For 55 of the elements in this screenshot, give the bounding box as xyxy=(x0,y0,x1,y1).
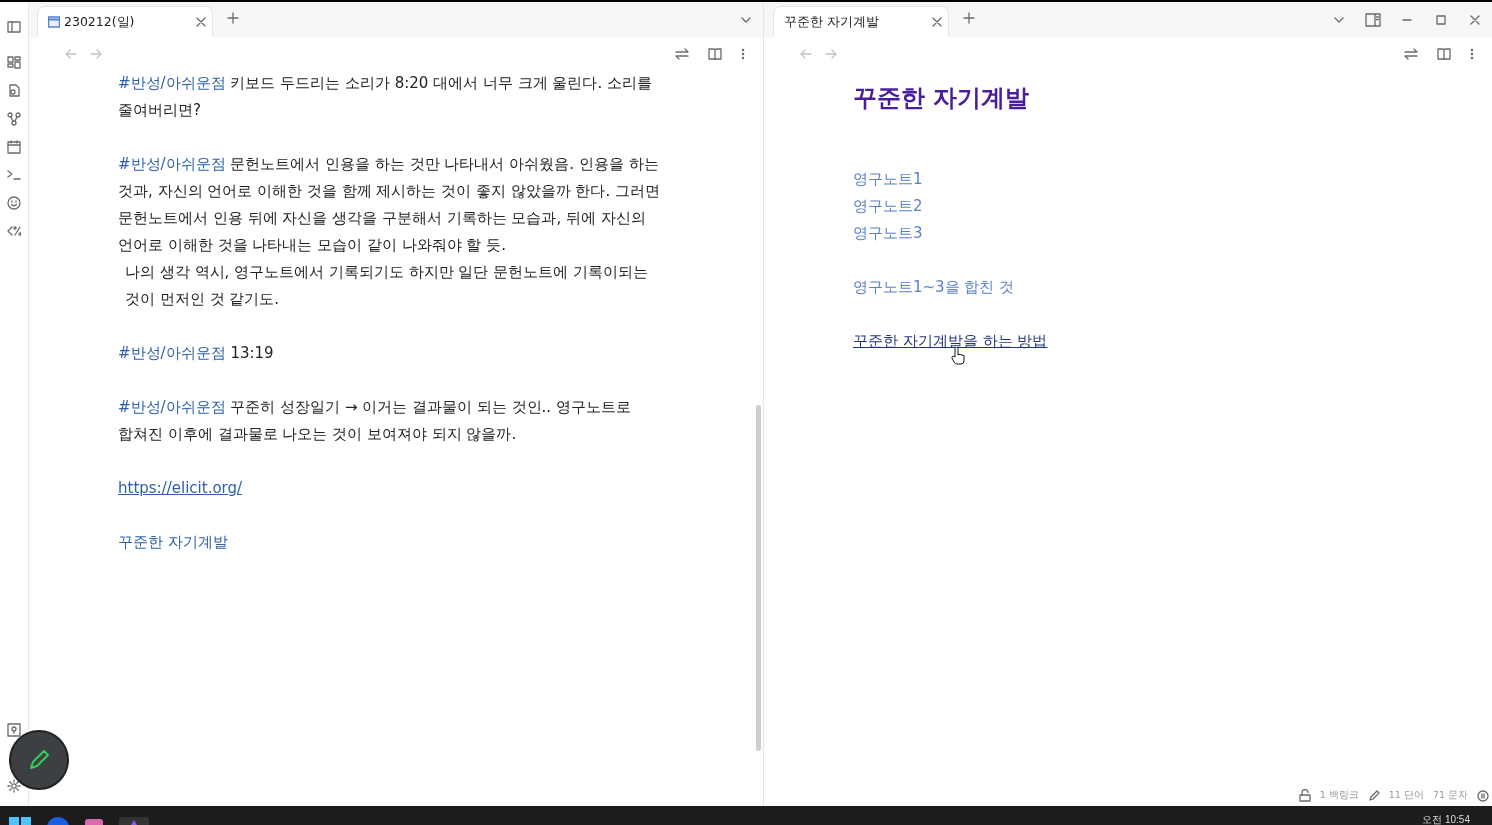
file-explorer-icon[interactable] xyxy=(7,20,21,34)
unlock-icon[interactable] xyxy=(1298,789,1311,802)
pencil-icon xyxy=(27,748,51,772)
grid-icon[interactable] xyxy=(7,56,21,70)
note-paragraph: #반성/아쉬운점 키보드 두드리는 소리가 8:20 대에서 너무 크게 울린다. 소리를 줄여버리면? xyxy=(118,73,653,121)
note-paragraph: #반성/아쉬운점 13:19 xyxy=(118,343,275,364)
internal-link[interactable]: 영구노트3 xyxy=(853,224,923,242)
tab[interactable]: 꾸준한 자기계발 xyxy=(773,6,949,37)
taskbar-clock[interactable]: 오전 10:54 xyxy=(1422,815,1470,825)
close-icon[interactable] xyxy=(196,17,206,27)
word-count: 11 단어 xyxy=(1388,789,1424,802)
browser-app-icon[interactable] xyxy=(47,817,69,825)
graph-icon[interactable] xyxy=(7,112,21,126)
swap-icon[interactable] xyxy=(675,47,689,60)
app-icon[interactable] xyxy=(85,817,103,825)
note-paragraph: #반성/아쉬운점 꾸준히 성장일기 → 이거는 결과물이 되는 것인.. 영구노트로 합쳐진 이후에 결과물로 나오는 것이 보여져야 되지 않을까. xyxy=(118,397,632,445)
vault-icon[interactable] xyxy=(7,723,21,737)
calendar-icon xyxy=(48,16,60,28)
percent-code-icon[interactable] xyxy=(7,224,21,238)
url-link[interactable]: https://elicit.org/ xyxy=(118,479,243,497)
internal-link[interactable]: 꾸준한 자기계발 xyxy=(118,533,228,551)
scrollbar[interactable] xyxy=(756,405,761,751)
sync-status-icon[interactable] xyxy=(1477,789,1489,802)
tab[interactable]: 230212(일) xyxy=(37,6,213,37)
book-icon[interactable] xyxy=(1437,47,1451,60)
settings-icon[interactable] xyxy=(7,779,21,793)
internal-link[interactable]: 영구노트1 xyxy=(853,170,923,188)
swap-icon[interactable] xyxy=(1404,47,1418,60)
more-options-icon[interactable] xyxy=(741,47,745,60)
maximize-icon[interactable] xyxy=(1435,13,1447,26)
tag-link[interactable]: #반성/아쉬운점 xyxy=(118,155,226,173)
file-search-icon[interactable] xyxy=(7,84,21,98)
internal-link[interactable]: 영구노트2 xyxy=(853,197,923,215)
new-tab-icon[interactable] xyxy=(227,12,239,24)
more-options-icon[interactable] xyxy=(1470,47,1474,60)
note-title: 꾸준한 자기계발 xyxy=(853,83,1031,114)
tag-link[interactable]: #반성/아쉬운점 xyxy=(118,74,226,92)
calendar-icon[interactable] xyxy=(7,140,21,154)
sidebar-toggle-icon[interactable] xyxy=(1365,12,1381,27)
close-icon[interactable] xyxy=(932,17,942,27)
close-icon[interactable] xyxy=(1469,13,1481,26)
new-tab-icon[interactable] xyxy=(963,12,975,24)
internal-link[interactable]: 꾸준한 자기계발을 하는 방법 xyxy=(853,332,1048,350)
note-paragraph: #반성/아쉬운점 문헌노트에서 인용을 하는 것만 나타내서 아쉬웠음. 인용을 하는 것과, 자신의 언어로 이해한 것을 함께 제시하는 것이 좋지 않았을까 한다. 그러면 문헌노트에서 인용 뒤에 자신을 생각을 구분해서 기록하는 모습과, 뒤에 자신의 언어로 이해한 것을 나타내는 모습이 같이 나와줘야 할 듯. xyxy=(118,154,661,256)
note-paragraph: 나의 생각 역시, 영구노트에서 기록되기도 하지만 일단 문헌노트에 기록이되는 것이 먼저인 것 같기도. xyxy=(124,262,649,310)
internal-link[interactable]: 영구노트1~3을 합친 것 xyxy=(853,278,1015,296)
character-count: 71 문자 xyxy=(1432,789,1468,802)
hand-cursor-icon xyxy=(951,347,965,365)
terminal-icon[interactable] xyxy=(7,168,21,182)
tag-link[interactable]: #반성/아쉬운점 xyxy=(118,344,226,362)
tag-link[interactable]: #반성/아쉬운점 xyxy=(118,398,226,416)
pencil-icon[interactable] xyxy=(1367,789,1380,802)
windows-start-icon[interactable] xyxy=(9,817,31,825)
book-icon[interactable] xyxy=(708,47,722,60)
smiley-icon[interactable] xyxy=(7,196,21,210)
